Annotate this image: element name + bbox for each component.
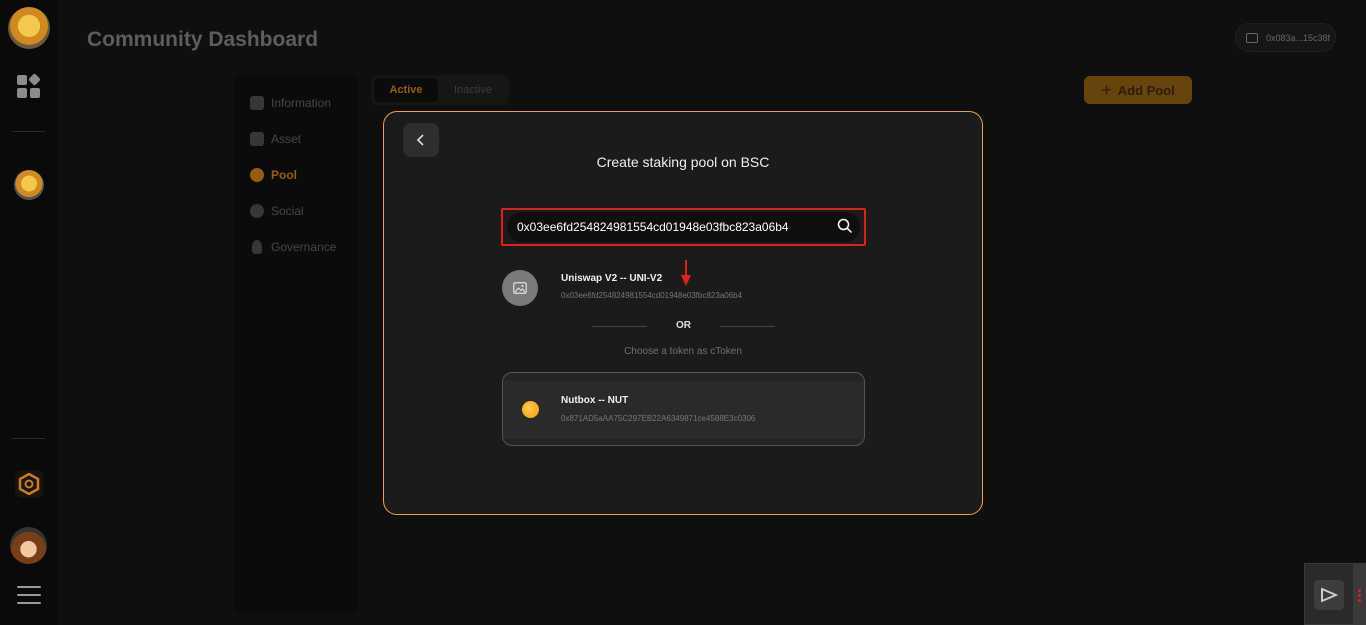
search-icon[interactable] <box>837 218 853 234</box>
floating-widget <box>1304 563 1366 625</box>
left-rail <box>0 0 57 625</box>
result-token-name: Uniswap V2 -- UNI-V2 <box>561 273 663 284</box>
create-pool-modal: Create staking pool on BSC Uniswap V2 --… <box>383 111 983 515</box>
nut-coin-icon <box>522 401 539 418</box>
rail-divider <box>12 131 45 132</box>
ctoken-name: Nutbox -- NUT <box>561 395 629 406</box>
more-options-icon[interactable] <box>1353 564 1365 625</box>
play-icon[interactable] <box>1314 580 1344 610</box>
rail-divider <box>12 438 45 439</box>
modal-title: Create staking pool on BSC <box>596 154 770 170</box>
or-divider: OR <box>592 320 775 334</box>
ctoken-option-card[interactable]: Nutbox -- NUT 0x871AD5aAA75C297EB22A6349… <box>502 372 865 446</box>
apps-icon[interactable] <box>17 73 41 99</box>
menu-icon[interactable] <box>17 586 41 606</box>
choose-ctoken-label: Choose a token as cToken <box>624 346 742 357</box>
hexagon-icon[interactable] <box>15 470 43 498</box>
chevron-left-icon <box>416 134 424 146</box>
image-placeholder-icon <box>502 270 538 306</box>
token-address-input[interactable] <box>507 212 860 242</box>
community-avatar[interactable] <box>14 170 44 200</box>
arrow-down-annotation-icon <box>681 260 691 286</box>
result-token-address: 0x03ee6fd254824981554cd01948e03fbc823a06… <box>561 291 743 300</box>
user-avatar[interactable] <box>10 527 47 564</box>
ctoken-address: 0x871AD5aAA75C297EB22A6349871ce4588E3c03… <box>561 414 756 423</box>
back-button[interactable] <box>403 123 439 157</box>
logo-avatar[interactable] <box>8 7 50 49</box>
search-highlight <box>501 208 866 246</box>
ctoken-option-row[interactable]: Nutbox -- NUT 0x871AD5aAA75C297EB22A6349… <box>503 381 864 439</box>
